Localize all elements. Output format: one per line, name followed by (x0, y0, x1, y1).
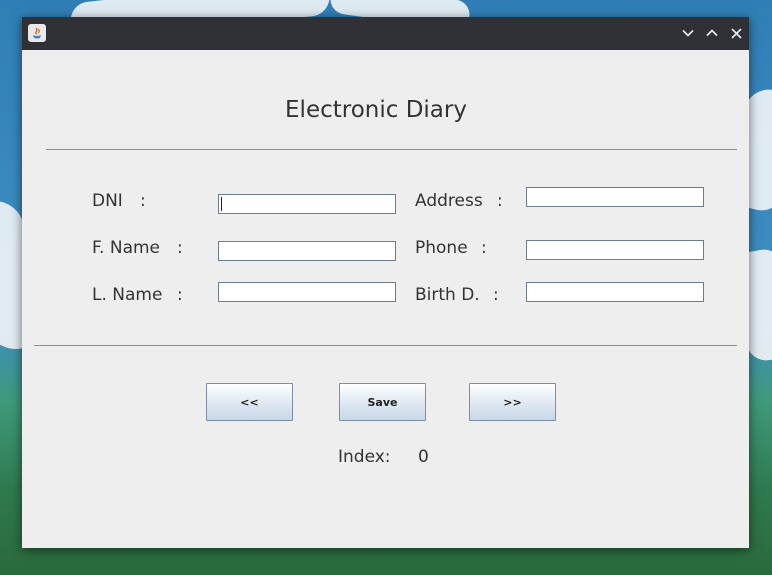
chevron-up-icon (706, 29, 718, 37)
phone-input[interactable] (526, 240, 704, 260)
java-app-icon (28, 24, 46, 42)
first-name-input[interactable] (218, 241, 396, 261)
last-name-label: L. Name : (92, 285, 183, 305)
last-name-label-text: L. Name (92, 285, 163, 305)
app-window: Electronic Diary DNI : F. Name : L. Name… (22, 17, 749, 548)
title-bar (22, 17, 749, 50)
last-name-colon: : (177, 285, 183, 305)
minimize-button[interactable] (678, 23, 698, 43)
close-button[interactable] (726, 23, 746, 43)
address-colon: : (497, 191, 503, 211)
address-label: Address : (415, 191, 503, 211)
last-name-input[interactable] (218, 282, 396, 302)
save-button[interactable]: Save (339, 383, 426, 421)
page-title: Electronic Diary (285, 97, 467, 123)
first-name-label: F. Name : (92, 238, 183, 258)
close-icon (730, 27, 742, 39)
birth-date-label: Birth D. : (415, 285, 499, 305)
dni-colon: : (140, 191, 146, 211)
top-separator (46, 149, 737, 150)
birth-date-input[interactable] (526, 282, 704, 302)
address-input[interactable] (526, 187, 704, 207)
dni-label: DNI : (92, 191, 146, 211)
birth-date-colon: : (493, 285, 499, 305)
form-panel: Electronic Diary DNI : F. Name : L. Name… (22, 50, 749, 548)
bottom-separator (34, 345, 737, 346)
index-label: Index: (338, 447, 391, 467)
text-cursor (221, 197, 222, 211)
phone-label-text: Phone (415, 238, 468, 258)
first-name-label-text: F. Name (92, 238, 161, 258)
phone-colon: : (481, 238, 487, 258)
index-value: 0 (418, 447, 429, 467)
birth-date-label-text: Birth D. (415, 285, 480, 305)
first-name-colon: : (177, 238, 183, 258)
dni-label-text: DNI (92, 191, 123, 211)
chevron-down-icon (682, 29, 694, 37)
next-button[interactable]: >> (469, 383, 556, 421)
address-label-text: Address (415, 191, 483, 211)
maximize-button[interactable] (702, 23, 722, 43)
dni-input[interactable] (218, 194, 396, 214)
phone-label: Phone : (415, 238, 487, 258)
previous-button[interactable]: << (206, 383, 293, 421)
